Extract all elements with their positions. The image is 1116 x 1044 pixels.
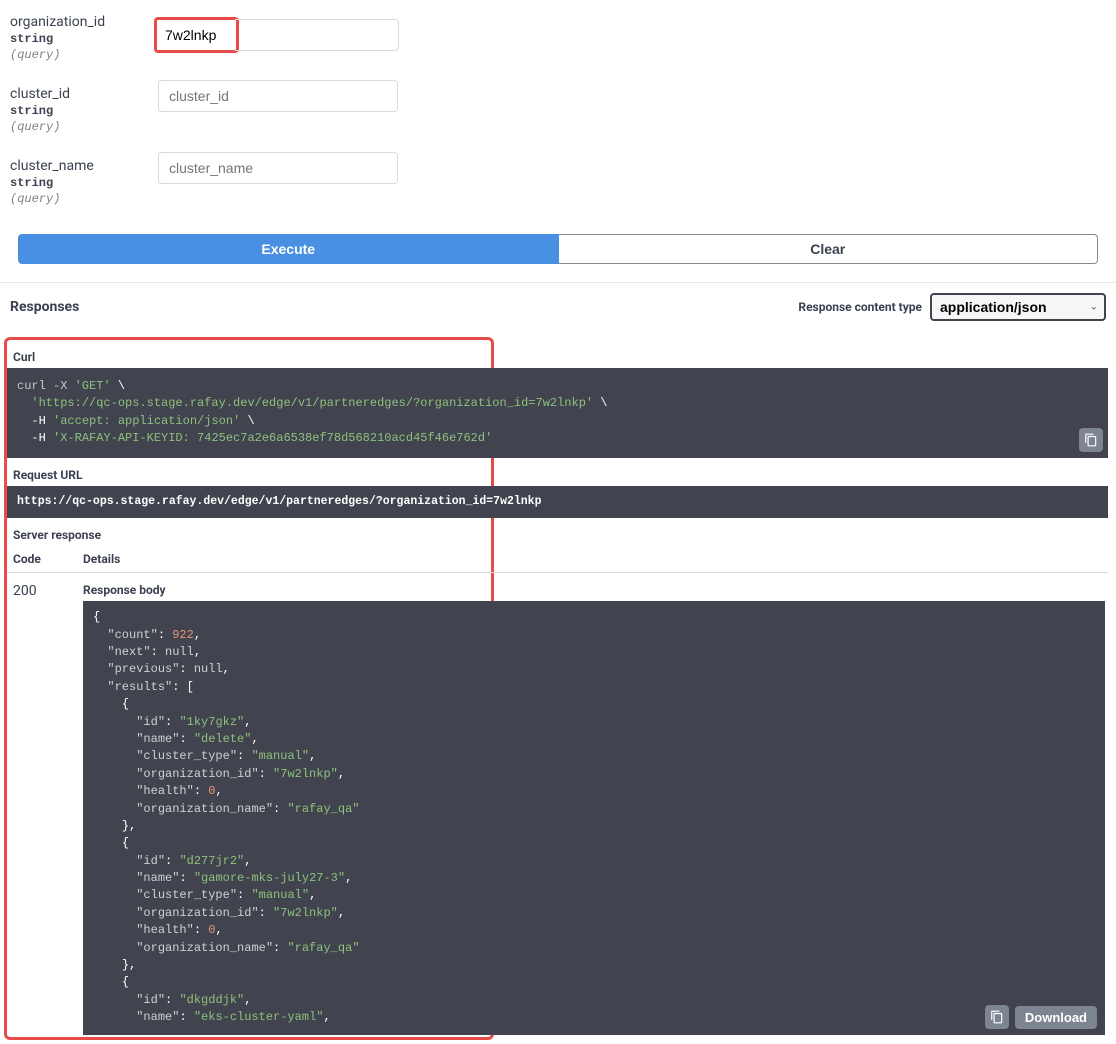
param-in: (query) <box>10 120 158 134</box>
request-url-block: https://qc-ops.stage.rafay.dev/edge/v1/p… <box>7 486 1108 519</box>
param-name: cluster_name <box>10 158 158 174</box>
clipboard-icon <box>990 1010 1004 1024</box>
cluster-id-input[interactable] <box>158 80 398 112</box>
response-table-header: Code Details <box>7 546 1108 573</box>
input-border-extension <box>235 19 399 51</box>
action-button-row: Execute Clear <box>0 216 1116 282</box>
param-label: cluster_name string (query) <box>10 152 158 206</box>
content-type-control: Response content type application/json ⌄ <box>798 293 1106 321</box>
server-response-title: Server response <box>7 518 491 546</box>
clear-button[interactable]: Clear <box>559 234 1099 264</box>
request-url-title: Request URL <box>7 458 491 486</box>
details-column-header: Details <box>83 552 1105 566</box>
response-code: 200 <box>13 583 83 1034</box>
response-body-block: { "count": 922, "next": null, "previous"… <box>83 601 1105 1034</box>
param-in: (query) <box>10 192 158 206</box>
responses-header: Responses Response content type applicat… <box>0 282 1116 327</box>
download-button[interactable]: Download <box>1015 1006 1097 1029</box>
param-in: (query) <box>10 48 158 62</box>
copy-curl-button[interactable] <box>1079 428 1103 452</box>
response-row: 200 Response body { "count": 922, "next"… <box>7 573 1108 1034</box>
param-label: organization_id string (query) <box>10 8 158 62</box>
responses-title: Responses <box>10 299 79 315</box>
execute-button[interactable]: Execute <box>18 234 559 264</box>
response-body-label: Response body <box>83 583 1105 597</box>
param-row-organization-id: organization_id string (query) <box>0 0 1116 72</box>
param-name: cluster_id <box>10 86 158 102</box>
param-type: string <box>10 32 158 46</box>
param-label: cluster_id string (query) <box>10 80 158 134</box>
param-row-cluster-id: cluster_id string (query) <box>0 72 1116 144</box>
curl-code-block: curl -X 'GET' \ 'https://qc-ops.stage.ra… <box>7 368 1108 458</box>
param-row-cluster-name: cluster_name string (query) <box>0 144 1116 216</box>
clipboard-icon <box>1084 433 1098 447</box>
code-column-header: Code <box>13 552 83 566</box>
param-type: string <box>10 104 158 118</box>
content-type-select[interactable]: application/json <box>930 293 1106 321</box>
highlighted-response-section: Curl curl -X 'GET' \ 'https://qc-ops.sta… <box>4 337 494 1040</box>
content-type-label: Response content type <box>798 300 922 314</box>
curl-title: Curl <box>7 340 491 368</box>
organization-id-input[interactable] <box>159 22 234 48</box>
param-name: organization_id <box>10 14 158 30</box>
copy-response-button[interactable] <box>985 1005 1009 1029</box>
highlighted-input-box <box>154 17 239 53</box>
cluster-name-input[interactable] <box>158 152 398 184</box>
param-type: string <box>10 176 158 190</box>
